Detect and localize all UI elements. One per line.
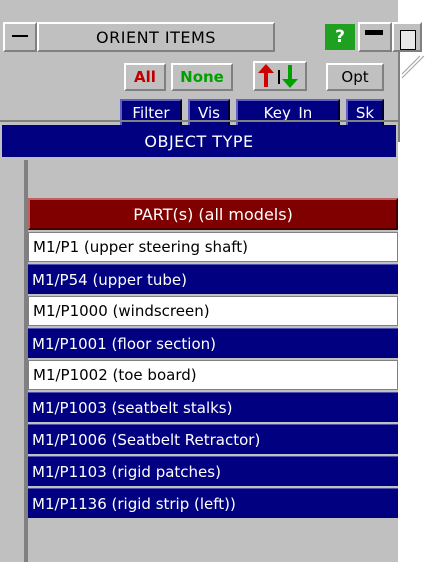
help-button[interactable]: ?: [325, 24, 355, 50]
vis-button[interactable]: Vis: [188, 99, 230, 127]
list-item[interactable]: M1/P1002 (toe board): [28, 360, 398, 390]
invert-selection-button[interactable]: [253, 61, 307, 91]
window-title: ORIENT ITEMS: [37, 22, 275, 52]
sketch-button[interactable]: Sk: [346, 99, 384, 127]
list-item[interactable]: M1/P1136 (rigid strip (left)): [28, 488, 398, 518]
minimize-icon[interactable]: [3, 22, 37, 52]
part-type-header[interactable]: PART(s) (all models): [28, 198, 398, 230]
invert-arrows-icon: [258, 64, 298, 88]
maximize-icon[interactable]: [392, 22, 422, 52]
all-button[interactable]: All: [124, 63, 166, 91]
filter-button[interactable]: Filter: [120, 99, 182, 127]
list-item[interactable]: M1/P1003 (seatbelt stalks): [28, 392, 398, 422]
opt-button[interactable]: Opt: [326, 63, 384, 91]
collapse-icon[interactable]: [358, 22, 392, 52]
list-item[interactable]: M1/P1001 (floor section): [28, 328, 398, 358]
list-item[interactable]: M1/P1006 (Seatbelt Retractor): [28, 424, 398, 454]
object-type-bar[interactable]: OBJECT TYPE: [2, 125, 396, 157]
title-bar: ORIENT ITEMS ?: [0, 22, 431, 52]
resize-grip-icon[interactable]: [398, 52, 428, 82]
list-item[interactable]: M1/P54 (upper tube): [28, 264, 398, 294]
list-item[interactable]: M1/P1 (upper steering shaft): [28, 232, 398, 262]
none-button[interactable]: None: [171, 63, 233, 91]
parts-list: M1/P1 (upper steering shaft) M1/P54 (uppe…: [28, 232, 398, 520]
divider: [0, 120, 398, 122]
key-in-button[interactable]: Key_In: [236, 99, 340, 127]
list-item[interactable]: M1/P1000 (windscreen): [28, 296, 398, 326]
list-item[interactable]: M1/P1103 (rigid patches): [28, 456, 398, 486]
right-margin: [398, 52, 431, 562]
